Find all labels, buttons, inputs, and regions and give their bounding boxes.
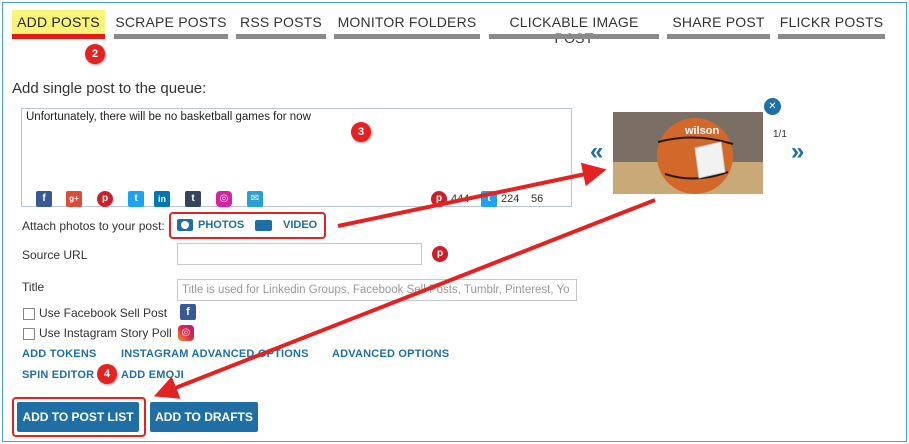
- facebook-sell-checkbox[interactable]: [23, 308, 35, 320]
- video-button[interactable]: VIDEO: [283, 219, 317, 231]
- instagram-advanced-options-link[interactable]: INSTAGRAM ADVANCED OPTIONS: [121, 348, 309, 360]
- facebook-icon[interactable]: f: [36, 191, 52, 207]
- pinterest-url-icon[interactable]: p: [432, 246, 448, 262]
- pinterest-counter-icon: p: [431, 191, 447, 207]
- pinterest-icon[interactable]: p: [97, 191, 113, 207]
- twitter-count: 224: [501, 193, 520, 205]
- pinterest-count: 444: [451, 193, 470, 205]
- post-image-thumbnail: wilson: [613, 112, 763, 194]
- image-counter: 1/1: [773, 129, 787, 140]
- email-icon[interactable]: ✉: [247, 191, 263, 207]
- facebook-sell-label: Use Facebook Sell Post: [39, 306, 168, 320]
- source-url-label: Source URL: [22, 248, 88, 262]
- twitter-icon[interactable]: t: [128, 191, 144, 207]
- svg-text:wilson: wilson: [684, 125, 720, 137]
- callout-badge-3: 3: [351, 122, 371, 142]
- tab-label: FLICKR POSTS: [779, 14, 884, 30]
- title-label: Title: [22, 280, 45, 294]
- tab-add-posts[interactable]: ADD POSTS: [12, 10, 105, 39]
- instagram-poll-checkbox[interactable]: [23, 328, 35, 340]
- callout-badge-4: 4: [97, 364, 117, 384]
- linkedin-icon[interactable]: in: [154, 191, 170, 207]
- tab-label: SCRAPE POSTS: [115, 14, 227, 30]
- tab-flickr-posts[interactable]: FLICKR POSTS: [778, 10, 885, 39]
- tab-label: RSS POSTS: [240, 14, 322, 30]
- tab-scrape-posts[interactable]: SCRAPE POSTS: [114, 10, 228, 39]
- image-prev-arrow[interactable]: «: [590, 138, 603, 166]
- remove-image-icon[interactable]: ✕: [764, 98, 781, 115]
- tab-rss-posts[interactable]: RSS POSTS: [236, 10, 326, 39]
- other-count: 56: [531, 193, 544, 205]
- instagram-icon[interactable]: ◎: [216, 191, 232, 207]
- instagram-poll-label: Use Instagram Story Poll: [39, 326, 172, 340]
- tumblr-icon[interactable]: t: [185, 191, 201, 207]
- source-url-input[interactable]: [177, 243, 422, 265]
- video-camera-icon: [255, 220, 272, 231]
- tab-share-post[interactable]: SHARE POST: [667, 10, 770, 39]
- add-to-post-list-button[interactable]: ADD TO POST LIST: [17, 402, 139, 432]
- tab-label: MONITOR FOLDERS: [337, 14, 477, 30]
- google-plus-icon[interactable]: g+: [66, 191, 82, 207]
- post-editor: f g+ p t in t ◎ ✉ p 444 t 224 56: [21, 108, 572, 207]
- add-tokens-link[interactable]: ADD TOKENS: [22, 348, 97, 360]
- tab-monitor-folders[interactable]: MONITOR FOLDERS: [334, 10, 480, 39]
- spin-editor-link[interactable]: SPIN EDITOR: [22, 369, 94, 381]
- advanced-options-link[interactable]: ADVANCED OPTIONS: [332, 348, 449, 360]
- twitter-counter-icon: t: [481, 191, 497, 207]
- callout-badge-2: 2: [85, 44, 105, 64]
- tab-label: ADD POSTS: [17, 14, 100, 30]
- section-heading: Add single post to the queue:: [12, 80, 207, 97]
- add-to-drafts-button[interactable]: ADD TO DRAFTS: [150, 402, 258, 432]
- photos-button[interactable]: PHOTOS: [198, 219, 244, 231]
- tab-label: SHARE POST: [672, 14, 765, 30]
- post-text-input[interactable]: [22, 109, 571, 179]
- image-next-arrow[interactable]: »: [791, 138, 804, 166]
- title-input[interactable]: [177, 279, 577, 301]
- add-emoji-link[interactable]: ADD EMOJI: [121, 369, 184, 381]
- camera-icon: [177, 219, 193, 231]
- instagram-icon: ◎: [178, 325, 194, 341]
- facebook-icon: f: [180, 304, 196, 320]
- attach-label: Attach photos to your post:: [22, 219, 165, 233]
- tab-clickable-image-post[interactable]: CLICKABLE IMAGE POST: [489, 10, 659, 46]
